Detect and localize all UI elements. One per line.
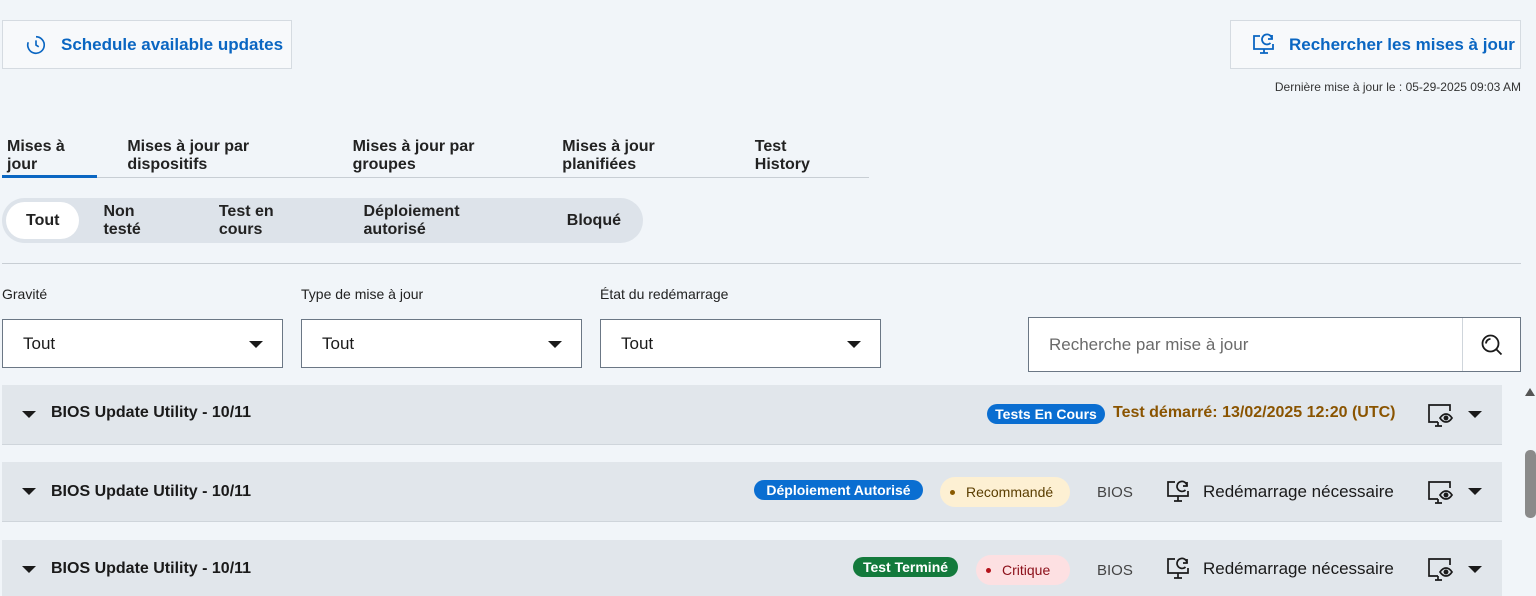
monitor-eye-icon[interactable] <box>1426 402 1454 428</box>
monitor-refresh-icon <box>1165 479 1192 505</box>
severity-select-value: Tout <box>23 333 56 353</box>
severity-pill: Recommandé <box>940 477 1070 507</box>
reboot-status: Redémarrage nécessaire <box>1165 479 1394 505</box>
search-icon <box>1479 332 1505 358</box>
row-menu-chevron-icon[interactable] <box>1468 488 1482 495</box>
tab-bar: Mises à jour Mises à jour par dispositif… <box>2 126 869 178</box>
update-title: BIOS Update Utility - 10/11 <box>51 404 252 421</box>
reboot-status-label: Redémarrage nécessaire <box>1203 559 1394 578</box>
update-row[interactable]: BIOS Update Utility - 10/11 Test Terminé… <box>2 540 1502 596</box>
reboot-status: Redémarrage nécessaire <box>1165 556 1394 582</box>
search-input[interactable] <box>1029 318 1459 371</box>
schedule-updates-button[interactable]: Schedule available updates <box>2 20 292 69</box>
update-type-text: BIOS <box>1097 484 1133 501</box>
status-badge: Déploiement Autorisé <box>754 480 923 500</box>
segment-blocked[interactable]: Bloqué <box>545 202 643 239</box>
monitor-eye-icon[interactable] <box>1426 556 1454 582</box>
segment-untested[interactable]: Non testé <box>81 202 196 239</box>
reboot-state-select[interactable]: Tout <box>600 319 881 368</box>
divider <box>2 263 1521 264</box>
chevron-down-icon <box>548 341 562 348</box>
check-updates-label: Rechercher les mises à jour <box>1289 34 1515 54</box>
tab-test-history[interactable]: Test History <box>750 126 844 177</box>
tab-updates-by-group[interactable]: Mises à jour par groupes <box>348 126 533 177</box>
tab-scheduled-updates[interactable]: Mises à jour planifiées <box>557 126 725 177</box>
search-button[interactable] <box>1462 318 1520 371</box>
reboot-filter-label: État du redémarrage <box>600 286 729 302</box>
expand-row-icon[interactable] <box>22 411 36 418</box>
update-title: BIOS Update Utility - 10/11 <box>51 483 252 500</box>
clock-icon <box>25 34 47 56</box>
update-row[interactable]: BIOS Update Utility - 10/11 Tests En Cou… <box>2 385 1502 445</box>
update-type-text: BIOS <box>1097 562 1133 579</box>
monitor-eye-icon[interactable] <box>1426 479 1454 505</box>
segment-all[interactable]: Tout <box>6 202 80 239</box>
search-box <box>1028 317 1521 372</box>
status-badge: Tests En Cours <box>987 404 1105 424</box>
schedule-updates-label: Schedule available updates <box>61 34 284 54</box>
last-update-text: Dernière mise à jour le : 05-29-2025 09:… <box>1274 80 1521 94</box>
segment-testing[interactable]: Test en cours <box>197 202 342 239</box>
monitor-refresh-icon <box>1251 33 1277 57</box>
type-filter-label: Type de mise à jour <box>301 286 424 302</box>
severity-pill: Critique <box>976 555 1070 585</box>
expand-row-icon[interactable] <box>22 566 36 573</box>
test-started-text: Test démarré: 13/02/2025 12:20 (UTC) <box>1113 404 1396 421</box>
check-updates-button[interactable]: Rechercher les mises à jour <box>1230 20 1521 69</box>
reboot-status-label: Redémarrage nécessaire <box>1203 482 1394 501</box>
update-type-select-value: Tout <box>322 333 355 353</box>
scroll-up-arrow-icon[interactable] <box>1525 388 1535 396</box>
monitor-refresh-icon <box>1165 556 1192 582</box>
segment-deploy-authorized[interactable]: Déploiement autorisé <box>342 202 545 239</box>
chevron-down-icon <box>847 341 861 348</box>
severity-select[interactable]: Tout <box>2 319 283 368</box>
update-title: BIOS Update Utility - 10/11 <box>51 560 252 577</box>
status-filter-segmented: Tout Non testé Test en cours Déploiement… <box>2 198 643 243</box>
row-menu-chevron-icon[interactable] <box>1468 566 1482 573</box>
update-row[interactable]: BIOS Update Utility - 10/11 Déploiement … <box>2 462 1502 522</box>
expand-row-icon[interactable] <box>22 488 36 495</box>
tab-updates-by-device[interactable]: Mises à jour par dispositifs <box>122 126 322 177</box>
severity-filter-label: Gravité <box>2 286 48 302</box>
chevron-down-icon <box>249 341 263 348</box>
status-badge: Test Terminé <box>853 557 958 577</box>
update-type-select[interactable]: Tout <box>301 319 582 368</box>
scrollbar-thumb[interactable] <box>1525 450 1536 518</box>
reboot-state-select-value: Tout <box>621 333 654 353</box>
tab-updates[interactable]: Mises à jour <box>2 126 98 178</box>
row-menu-chevron-icon[interactable] <box>1468 411 1482 418</box>
